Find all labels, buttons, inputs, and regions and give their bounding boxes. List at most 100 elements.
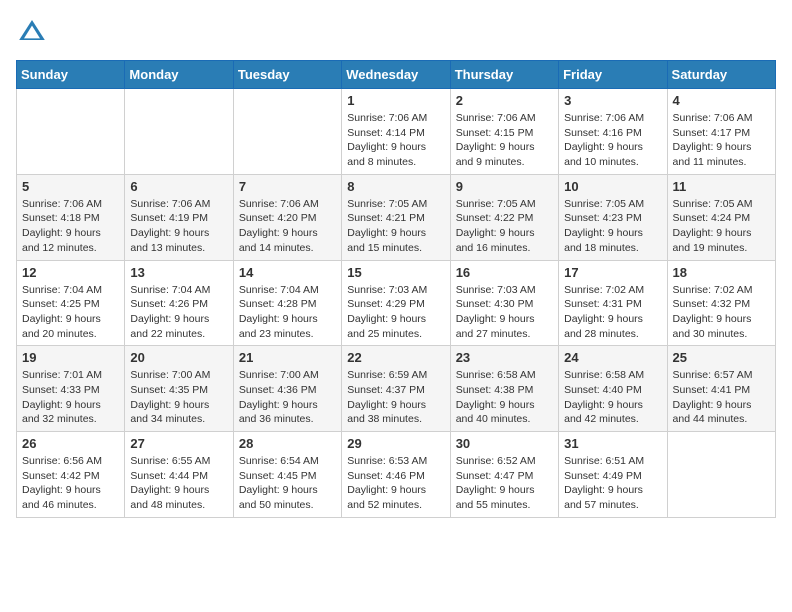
day-info: Sunrise: 7:06 AM Sunset: 4:18 PM Dayligh… [22, 197, 119, 256]
weekday-header: Thursday [450, 61, 558, 89]
day-number: 12 [22, 265, 119, 280]
day-number: 24 [564, 350, 661, 365]
day-number: 27 [130, 436, 227, 451]
day-number: 3 [564, 93, 661, 108]
day-number: 21 [239, 350, 336, 365]
calendar-week-row: 19 Sunrise: 7:01 AM Sunset: 4:33 PM Dayli… [17, 346, 776, 432]
day-info: Sunrise: 7:04 AM Sunset: 4:26 PM Dayligh… [130, 283, 227, 342]
day-info: Sunrise: 7:05 AM Sunset: 4:23 PM Dayligh… [564, 197, 661, 256]
day-number: 10 [564, 179, 661, 194]
day-number: 4 [673, 93, 770, 108]
calendar-cell: 11Sunrise: 7:05 AM Sunset: 4:24 PM Dayli… [667, 174, 775, 260]
day-number: 13 [130, 265, 227, 280]
day-number: 2 [456, 93, 553, 108]
day-info: Sunrise: 6:58 AM Sunset: 4:38 PM Dayligh… [456, 368, 553, 427]
weekday-header: Monday [125, 61, 233, 89]
calendar-cell: 12 Sunrise: 7:04 AM Sunset: 4:25 PM Dayli… [17, 260, 125, 346]
calendar-cell: 16 Sunrise: 7:03 AM Sunset: 4:30 PM Dayli… [450, 260, 558, 346]
calendar-cell: 18 Sunrise: 7:02 AM Sunset: 4:32 PM Dayli… [667, 260, 775, 346]
calendar-cell: 5 Sunrise: 7:06 AM Sunset: 4:18 PM Daylig… [17, 174, 125, 260]
day-number: 5 [22, 179, 119, 194]
day-info: Sunrise: 7:03 AM Sunset: 4:29 PM Dayligh… [347, 283, 444, 342]
calendar-cell: 21 Sunrise: 7:00 AM Sunset: 4:36 PM Dayli… [233, 346, 341, 432]
calendar-cell: 27 Sunrise: 6:55 AM Sunset: 4:44 PM Dayli… [125, 432, 233, 518]
day-info: Sunrise: 6:51 AM Sunset: 4:49 PM Dayligh… [564, 454, 661, 513]
day-info: Sunrise: 7:03 AM Sunset: 4:30 PM Dayligh… [456, 283, 553, 342]
weekday-header: Friday [559, 61, 667, 89]
calendar-cell: 10 Sunrise: 7:05 AM Sunset: 4:23 PM Dayli… [559, 174, 667, 260]
logo-icon [16, 16, 48, 48]
day-info: Sunrise: 7:01 AM Sunset: 4:33 PM Dayligh… [22, 368, 119, 427]
day-number: 9 [456, 179, 553, 194]
day-number: 6 [130, 179, 227, 194]
calendar-cell: 15 Sunrise: 7:03 AM Sunset: 4:29 PM Dayli… [342, 260, 450, 346]
day-number: 29 [347, 436, 444, 451]
weekday-header: Wednesday [342, 61, 450, 89]
day-number: 22 [347, 350, 444, 365]
day-number: 31 [564, 436, 661, 451]
day-info: Sunrise: 7:05 AM Sunset: 4:21 PM Dayligh… [347, 197, 444, 256]
day-number: 15 [347, 265, 444, 280]
day-info: Sunrise: 7:05 AM Sunset: 4:24 PM Dayligh… [673, 197, 770, 256]
calendar-cell: 29Sunrise: 6:53 AM Sunset: 4:46 PM Dayli… [342, 432, 450, 518]
calendar-cell [125, 89, 233, 175]
day-info: Sunrise: 7:06 AM Sunset: 4:19 PM Dayligh… [130, 197, 227, 256]
day-info: Sunrise: 6:56 AM Sunset: 4:42 PM Dayligh… [22, 454, 119, 513]
day-number: 19 [22, 350, 119, 365]
calendar-cell: 17 Sunrise: 7:02 AM Sunset: 4:31 PM Dayli… [559, 260, 667, 346]
day-info: Sunrise: 7:06 AM Sunset: 4:17 PM Dayligh… [673, 111, 770, 170]
day-info: Sunrise: 7:02 AM Sunset: 4:31 PM Dayligh… [564, 283, 661, 342]
day-info: Sunrise: 7:05 AM Sunset: 4:22 PM Dayligh… [456, 197, 553, 256]
calendar-cell: 19 Sunrise: 7:01 AM Sunset: 4:33 PM Dayli… [17, 346, 125, 432]
calendar-cell: 13 Sunrise: 7:04 AM Sunset: 4:26 PM Dayli… [125, 260, 233, 346]
calendar-cell: 8 Sunrise: 7:05 AM Sunset: 4:21 PM Daylig… [342, 174, 450, 260]
day-info: Sunrise: 7:06 AM Sunset: 4:16 PM Dayligh… [564, 111, 661, 170]
day-info: Sunrise: 7:04 AM Sunset: 4:28 PM Dayligh… [239, 283, 336, 342]
weekday-header: Saturday [667, 61, 775, 89]
day-info: Sunrise: 6:54 AM Sunset: 4:45 PM Dayligh… [239, 454, 336, 513]
weekday-header: Tuesday [233, 61, 341, 89]
calendar-week-row: 26Sunrise: 6:56 AM Sunset: 4:42 PM Dayli… [17, 432, 776, 518]
calendar-cell: 14 Sunrise: 7:04 AM Sunset: 4:28 PM Dayli… [233, 260, 341, 346]
calendar-cell: 1Sunrise: 7:06 AM Sunset: 4:14 PM Daylig… [342, 89, 450, 175]
calendar-cell: 9 Sunrise: 7:05 AM Sunset: 4:22 PM Daylig… [450, 174, 558, 260]
day-number: 23 [456, 350, 553, 365]
calendar-cell: 20 Sunrise: 7:00 AM Sunset: 4:35 PM Dayli… [125, 346, 233, 432]
day-info: Sunrise: 7:04 AM Sunset: 4:25 PM Dayligh… [22, 283, 119, 342]
calendar-cell [233, 89, 341, 175]
logo [16, 16, 52, 48]
calendar-header-row: SundayMondayTuesdayWednesdayThursdayFrid… [17, 61, 776, 89]
day-number: 17 [564, 265, 661, 280]
day-number: 16 [456, 265, 553, 280]
day-number: 8 [347, 179, 444, 194]
calendar-cell [667, 432, 775, 518]
day-number: 14 [239, 265, 336, 280]
calendar-cell: 24Sunrise: 6:58 AM Sunset: 4:40 PM Dayli… [559, 346, 667, 432]
day-number: 25 [673, 350, 770, 365]
calendar-cell: 7 Sunrise: 7:06 AM Sunset: 4:20 PM Daylig… [233, 174, 341, 260]
day-info: Sunrise: 6:55 AM Sunset: 4:44 PM Dayligh… [130, 454, 227, 513]
day-info: Sunrise: 7:06 AM Sunset: 4:20 PM Dayligh… [239, 197, 336, 256]
calendar-cell: 31 Sunrise: 6:51 AM Sunset: 4:49 PM Dayli… [559, 432, 667, 518]
day-number: 1 [347, 93, 444, 108]
day-number: 30 [456, 436, 553, 451]
day-info: Sunrise: 7:02 AM Sunset: 4:32 PM Dayligh… [673, 283, 770, 342]
day-info: Sunrise: 7:00 AM Sunset: 4:36 PM Dayligh… [239, 368, 336, 427]
day-number: 18 [673, 265, 770, 280]
calendar-cell: 26Sunrise: 6:56 AM Sunset: 4:42 PM Dayli… [17, 432, 125, 518]
day-info: Sunrise: 7:00 AM Sunset: 4:35 PM Dayligh… [130, 368, 227, 427]
calendar-cell: 23 Sunrise: 6:58 AM Sunset: 4:38 PM Dayli… [450, 346, 558, 432]
calendar-cell: 30Sunrise: 6:52 AM Sunset: 4:47 PM Dayli… [450, 432, 558, 518]
day-info: Sunrise: 7:06 AM Sunset: 4:15 PM Dayligh… [456, 111, 553, 170]
calendar-cell: 6 Sunrise: 7:06 AM Sunset: 4:19 PM Daylig… [125, 174, 233, 260]
day-info: Sunrise: 6:57 AM Sunset: 4:41 PM Dayligh… [673, 368, 770, 427]
day-number: 20 [130, 350, 227, 365]
weekday-header: Sunday [17, 61, 125, 89]
calendar-cell: 28 Sunrise: 6:54 AM Sunset: 4:45 PM Dayli… [233, 432, 341, 518]
calendar-cell: 4 Sunrise: 7:06 AM Sunset: 4:17 PM Daylig… [667, 89, 775, 175]
calendar-cell: 3 Sunrise: 7:06 AM Sunset: 4:16 PM Daylig… [559, 89, 667, 175]
day-number: 28 [239, 436, 336, 451]
calendar-cell [17, 89, 125, 175]
day-number: 7 [239, 179, 336, 194]
calendar-cell: 2 Sunrise: 7:06 AM Sunset: 4:15 PM Daylig… [450, 89, 558, 175]
